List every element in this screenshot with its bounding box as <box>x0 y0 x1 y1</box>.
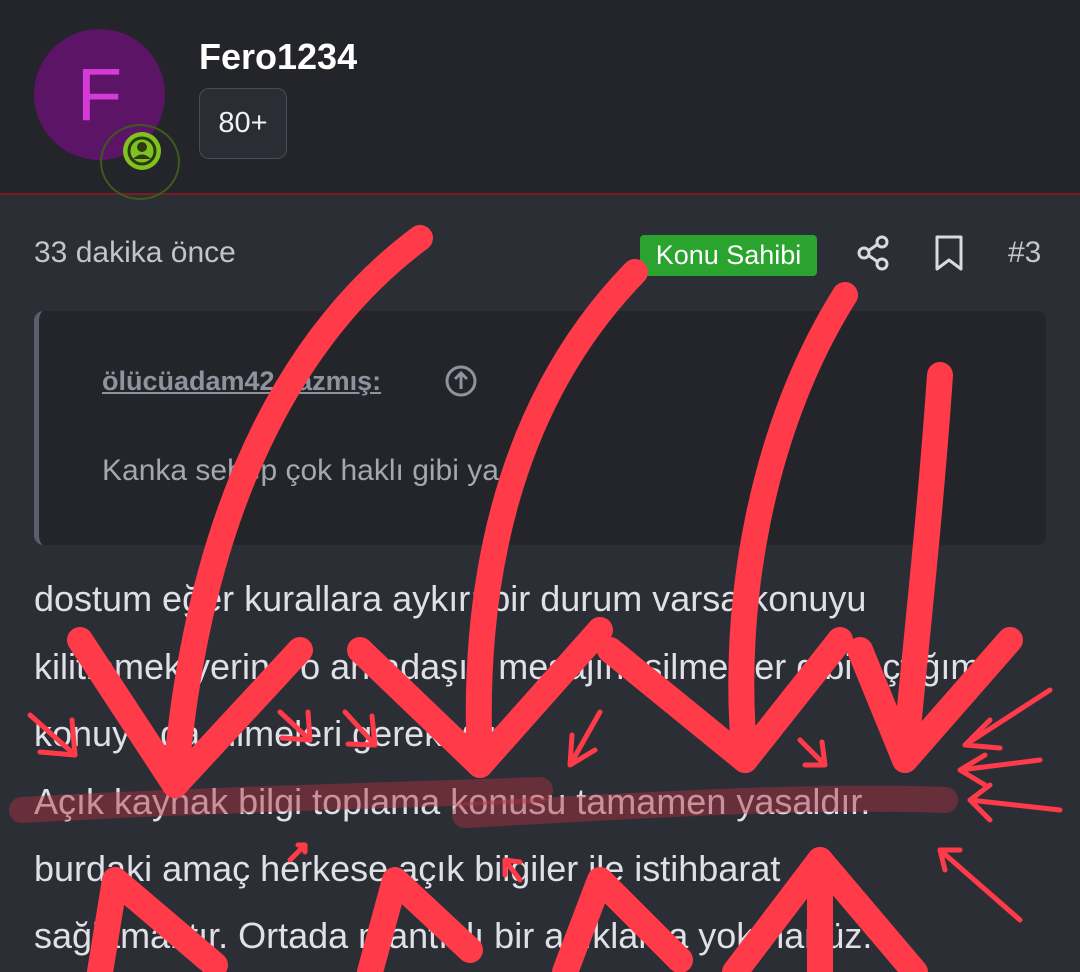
bookmark-icon[interactable] <box>933 234 965 272</box>
small-arrow-icon <box>567 709 603 768</box>
share-icon[interactable] <box>855 234 891 272</box>
post-body-line: Açık kaynak bilgi toplama konusu tamamen… <box>34 781 871 822</box>
quote-author-link[interactable]: ölücüadam42 yazmış: <box>102 366 381 397</box>
owner-badge: Konu Sahibi <box>640 235 817 276</box>
small-arrow-icon <box>962 687 1053 751</box>
small-arrow-icon <box>797 737 828 768</box>
username[interactable]: Fero1234 <box>199 36 357 78</box>
post-body-line: konuyu da silmeleri gerekiyor. <box>34 713 509 754</box>
quote-text: Kanka sebep çok haklı gibi ya <box>102 454 499 487</box>
profile-header: F Fero1234 80+ <box>0 0 1080 200</box>
post-body-line: sağlamaktır. Ortada mantıklı bir açıklam… <box>34 915 873 956</box>
quote-block <box>34 311 1046 545</box>
post-body-line: dostum eğer kurallara aykırı bir durum v… <box>34 578 867 619</box>
post-body-line: burdaki amaç herkese açık bilgiler ile i… <box>34 848 781 889</box>
avatar-letter: F <box>76 53 123 136</box>
small-arrow-icon <box>937 847 1023 923</box>
small-arrow-icon <box>967 782 1063 823</box>
post-timestamp[interactable]: 33 dakika önce <box>34 236 236 270</box>
small-arrow-icon <box>957 752 1043 788</box>
post-body-line: kilitlemek yerine o arkadaşın mesajını s… <box>34 646 981 687</box>
arrow-up-circle-icon[interactable] <box>444 364 478 398</box>
post-number[interactable]: #3 <box>1008 236 1041 270</box>
user-online-icon <box>123 132 161 170</box>
reaction-badge[interactable]: 80+ <box>199 88 287 159</box>
